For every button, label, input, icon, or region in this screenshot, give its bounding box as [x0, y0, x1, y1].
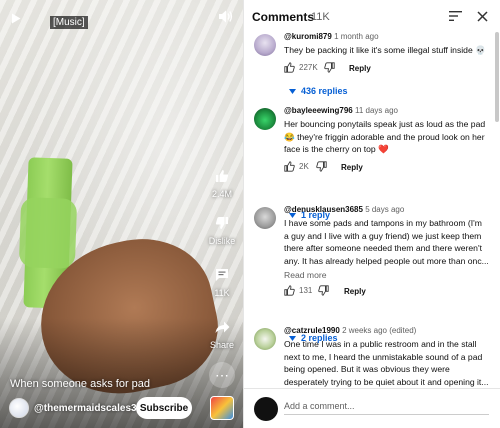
comment-actions: 227K Reply [284, 61, 484, 78]
comment-like-count: 227K [299, 62, 318, 72]
comment-like-count: 131 [299, 286, 313, 295]
comment-text-line: a guy and I live with a guy friend) we j… [284, 230, 482, 241]
avatar[interactable] [254, 207, 276, 229]
like-count: 2.4M [211, 189, 232, 199]
comment-dislike-button[interactable] [324, 61, 335, 73]
comment-text-line: any. It has already helped people out mo… [284, 255, 489, 266]
caret-down-icon [289, 88, 296, 94]
share-label: Share [209, 340, 235, 350]
music-tag: [Music] [50, 16, 88, 29]
shorts-video-player[interactable]: [Music] 2.4M Dislike 11K Share ⋯ When so… [0, 0, 243, 428]
more-options-icon[interactable]: ⋯ [209, 362, 235, 388]
reply-button[interactable]: Reply [349, 64, 371, 73]
comment-text: I have some pads and tampons in my bathr… [284, 217, 489, 267]
channel-avatar[interactable] [9, 398, 29, 418]
read-more-link[interactable]: Read more [284, 270, 484, 280]
replies-count: 436 replies [301, 86, 348, 96]
like-action[interactable]: 2.4M [203, 165, 241, 199]
scrollbar-thumb[interactable] [495, 32, 499, 122]
reply-button[interactable]: Reply [341, 163, 363, 172]
pad-wing [18, 197, 78, 269]
comment-meta: @catzrule1990 2 weeks ago (edited) [284, 326, 484, 335]
comments-list[interactable]: @kuromi879 1 month ago They be packing i… [244, 30, 494, 388]
comment-dislike-button[interactable] [316, 160, 327, 172]
comment-body: @bayleeewing796 11 days ago Her bouncing… [284, 106, 486, 177]
comments-scrollbar[interactable] [494, 30, 500, 390]
comment-text: One time I was in a public restroom and … [284, 338, 489, 388]
comment-dislike-button[interactable] [318, 285, 329, 296]
comment-meta: @kuromi879 1 month ago [284, 32, 484, 41]
comment-like-button[interactable]: 131 [284, 285, 312, 296]
comment-time: 11 days ago [354, 106, 398, 115]
comment-time: 2 weeks ago (edited) [342, 326, 417, 335]
comment-like-button[interactable]: 2K [284, 160, 309, 172]
comment-bubble-icon[interactable] [203, 264, 241, 286]
comments-action[interactable]: 11K [203, 264, 241, 298]
comment-author[interactable]: @bayleeewing796 [284, 106, 353, 115]
replies-toggle[interactable]: 436 replies [289, 86, 348, 96]
thumbs-up-icon[interactable] [284, 61, 295, 73]
comment-text-line: next to me, I heard the unmistakable sou… [284, 351, 483, 362]
comment-actions: 131 Reply [284, 285, 484, 301]
comments-title: Comments [252, 10, 315, 24]
dislike-action[interactable]: Dislike [203, 212, 241, 246]
comments-panel: Comments 11K @kuromi879 1 month ago They… [243, 0, 500, 428]
avatar [254, 397, 278, 421]
volume-icon[interactable] [219, 10, 233, 26]
close-icon[interactable] [474, 8, 490, 24]
comment-text-line: Her bouncing ponytails speak just as lou… [284, 119, 486, 129]
comment-meta: @bayleeewing796 11 days ago [284, 106, 484, 115]
add-comment-input[interactable] [284, 397, 489, 415]
play-icon[interactable] [11, 12, 21, 27]
video-caption: When someone asks for pad [10, 378, 151, 390]
comment-text-line: They be packing it like it's some illega… [284, 45, 486, 55]
comment-time: 1 month ago [334, 32, 379, 41]
comment-text: Her bouncing ponytails speak just as lou… [284, 118, 486, 156]
comments-header: Comments 11K [244, 0, 500, 32]
sound-thumbnail[interactable] [210, 396, 234, 420]
comment-text-line: there after someone needed them and ther… [284, 243, 482, 253]
comment-text-line: being opened. But it was obvious they we… [284, 364, 450, 374]
thumbs-down-icon[interactable] [318, 285, 329, 296]
add-comment-row [244, 388, 500, 428]
dislike-label: Dislike [208, 236, 236, 246]
comment-author[interactable]: @denusklausen3685 [284, 205, 363, 214]
share-action[interactable]: Share [203, 316, 241, 350]
comment-body: @denusklausen3685 5 days ago I have some… [284, 205, 489, 301]
thumbs-up-icon[interactable] [284, 160, 295, 172]
comments-total-count: 11K [311, 11, 330, 23]
comment-like-count: 2K [299, 161, 309, 171]
thumbs-down-icon[interactable] [324, 61, 335, 73]
thumbs-up-icon[interactable] [203, 165, 241, 187]
comment-body: @kuromi879 1 month ago They be packing i… [284, 32, 486, 78]
subscribe-button[interactable]: Subscribe [136, 397, 192, 419]
comment-actions: 2K Reply [284, 160, 484, 177]
comment-author[interactable]: @catzrule1990 [284, 326, 340, 335]
comment-like-button[interactable]: 227K [284, 61, 318, 73]
thumbs-down-icon[interactable] [203, 212, 241, 234]
avatar[interactable] [254, 108, 276, 130]
avatar[interactable] [254, 328, 276, 350]
sort-icon[interactable] [447, 8, 463, 24]
thumbs-down-icon[interactable] [316, 160, 327, 172]
reply-button[interactable]: Reply [344, 287, 366, 296]
comments-count: 11K [214, 288, 230, 298]
avatar[interactable] [254, 34, 276, 56]
comment-body: @catzrule1990 2 weeks ago (edited) One t… [284, 326, 489, 388]
comment-author[interactable]: @kuromi879 [284, 32, 332, 41]
comment-time: 5 days ago [365, 205, 405, 214]
comment-text: They be packing it like it's some illega… [284, 44, 486, 57]
comment-meta: @denusklausen3685 5 days ago [284, 205, 484, 214]
comment-text-line: desperately trying to be quiet about it … [284, 376, 489, 387]
comment-text-line: face is the cherry on top ❤️ [284, 144, 389, 154]
comment-text-line: I have some pads and tampons in my bathr… [284, 218, 482, 228]
comment-text-line: One time I was in a public restroom and … [284, 339, 477, 349]
share-arrow-icon[interactable] [203, 316, 241, 338]
thumbs-up-icon[interactable] [284, 285, 295, 296]
comment-text-line: 😂 they're friggin adorable and the proud… [284, 131, 485, 142]
